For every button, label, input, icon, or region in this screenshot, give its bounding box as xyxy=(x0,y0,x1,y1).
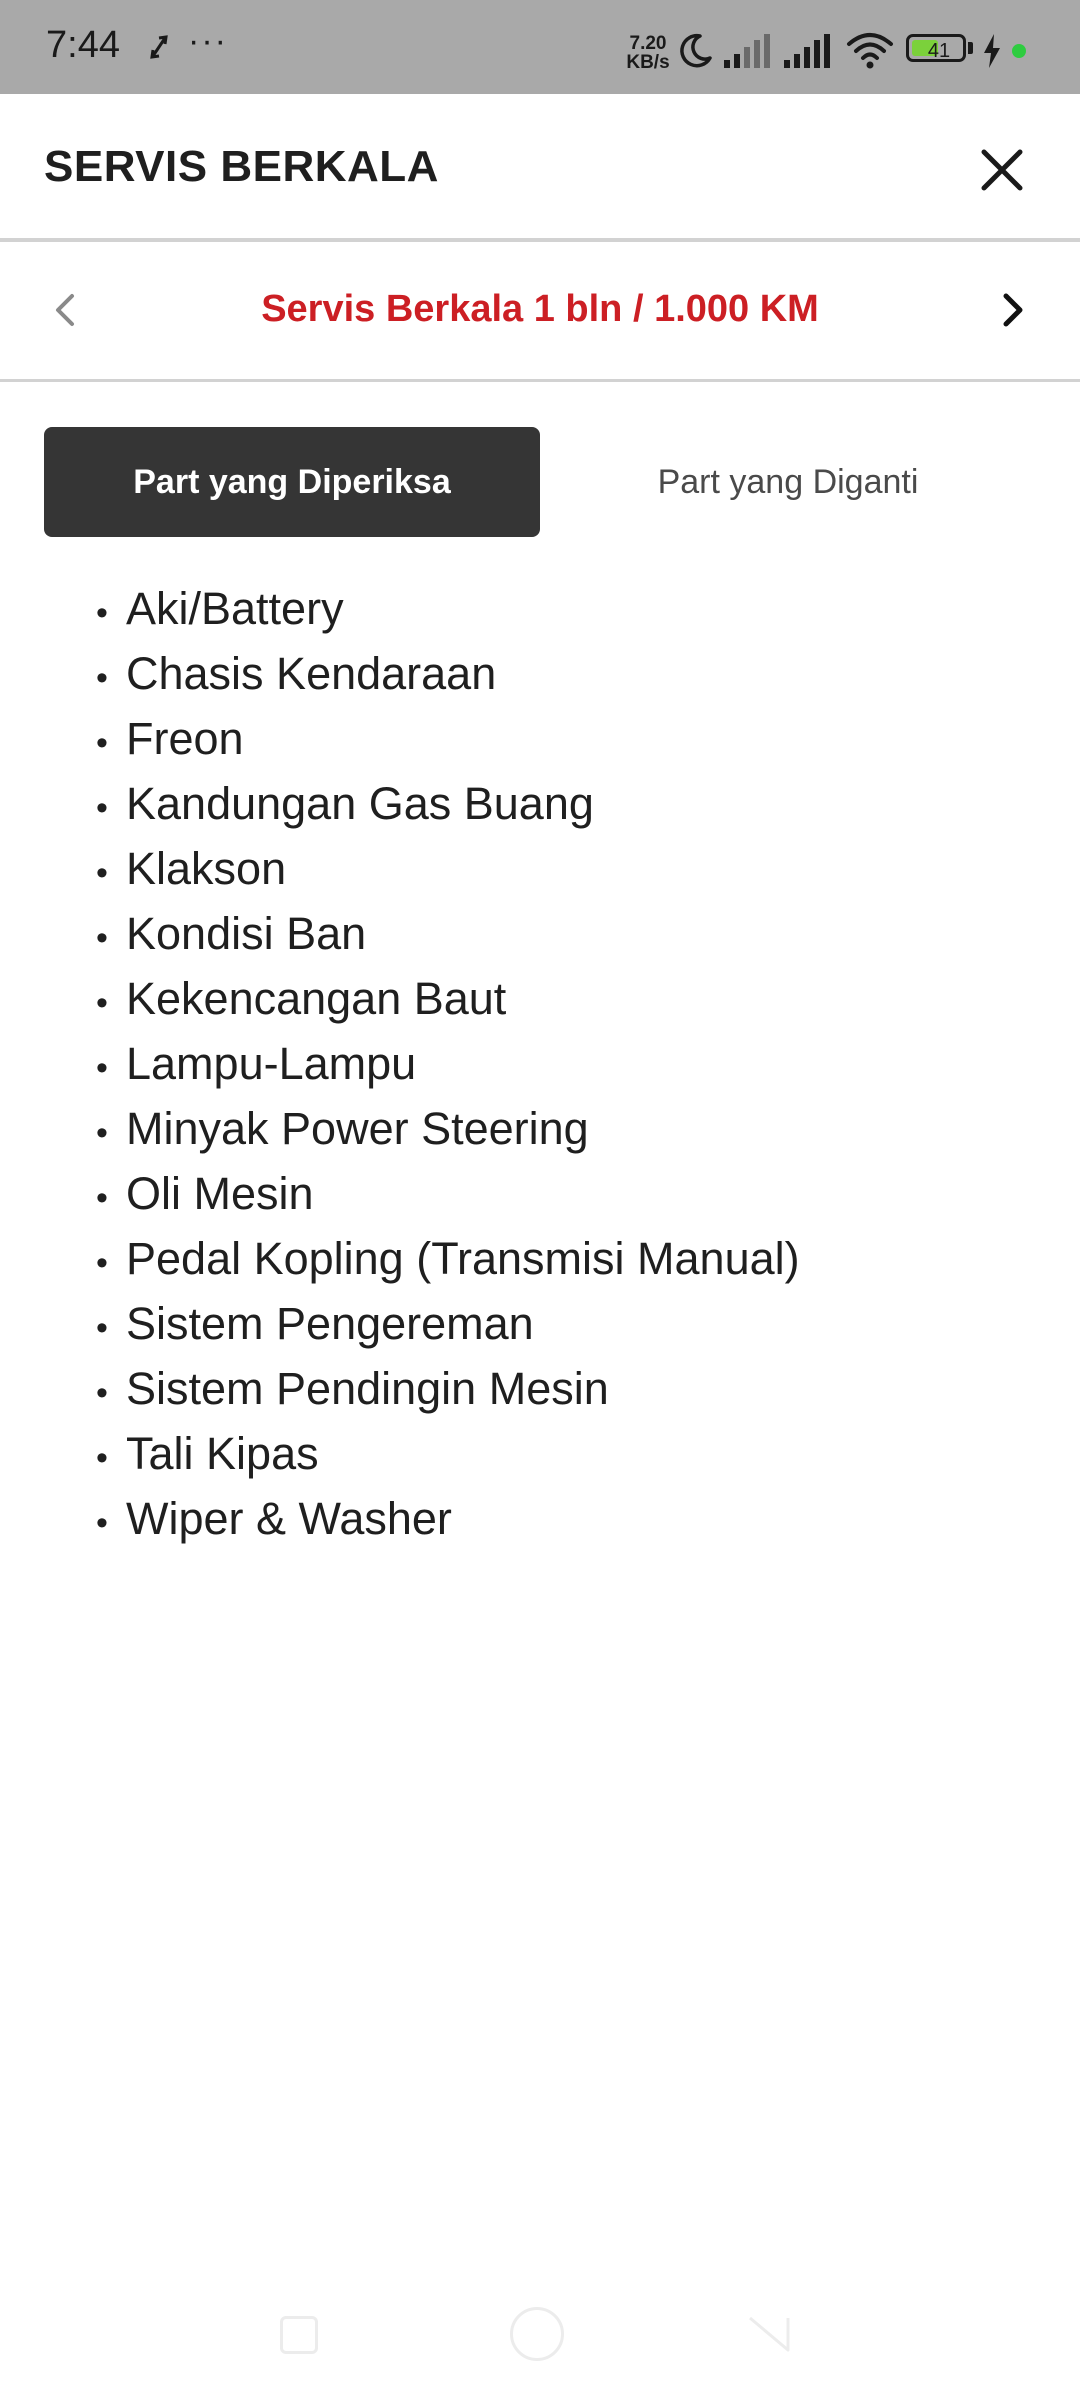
notification-dot xyxy=(1012,44,1026,58)
bullet: • xyxy=(96,1439,108,1477)
list-item: • Lampu-Lampu xyxy=(96,1031,1016,1096)
tabs: Part yang Diperiksa Part yang Diganti xyxy=(44,427,1036,537)
battery-icon: 41 xyxy=(906,34,976,66)
list-item-label: Lampu-Lampu xyxy=(126,1038,417,1089)
list-item-label: Wiper & Washer xyxy=(126,1493,452,1544)
tab-part-diganti[interactable]: Part yang Diganti xyxy=(540,427,1036,537)
bullet: • xyxy=(96,789,108,827)
list-item: • Kondisi Ban xyxy=(96,901,1016,966)
list-item: • Minyak Power Steering xyxy=(96,1096,1016,1161)
chevron-left-icon[interactable] xyxy=(48,290,82,330)
list-item: • Aki/Battery xyxy=(96,576,1016,641)
back-button[interactable] xyxy=(748,2312,792,2356)
header: SERVIS BERKALA xyxy=(0,94,1080,242)
battery-tip xyxy=(968,42,973,54)
battery-body: 41 xyxy=(906,34,966,62)
wifi-icon xyxy=(847,33,893,69)
list-item: • Wiper & Washer xyxy=(96,1486,1016,1551)
list-item: • Pedal Kopling (Transmisi Manual) xyxy=(96,1226,1016,1291)
bullet: • xyxy=(96,1049,108,1087)
list-item-label: Pedal Kopling (Transmisi Manual) xyxy=(126,1233,800,1284)
charging-icon xyxy=(984,34,1000,68)
bullet: • xyxy=(96,659,108,697)
list-item: • Klakson xyxy=(96,836,1016,901)
period-title: Servis Berkala 1 bln / 1.000 KM xyxy=(261,288,819,330)
recent-apps-button[interactable] xyxy=(280,2316,318,2354)
bullet: • xyxy=(96,1504,108,1542)
list-item-label: Freon xyxy=(126,713,244,764)
bullet: • xyxy=(96,1374,108,1412)
list-item-label: Klakson xyxy=(126,843,287,894)
list-item-label: Minyak Power Steering xyxy=(126,1103,589,1154)
bullet: • xyxy=(96,1114,108,1152)
list-item: • Freon xyxy=(96,706,1016,771)
period-selector: Servis Berkala 1 bln / 1.000 KM xyxy=(0,242,1080,382)
moon-icon xyxy=(680,33,712,68)
tab-part-diperiksa[interactable]: Part yang Diperiksa xyxy=(44,427,540,537)
list-item: • Oli Mesin xyxy=(96,1161,1016,1226)
list-item-label: Oli Mesin xyxy=(126,1168,314,1219)
chevron-right-icon[interactable] xyxy=(996,290,1030,330)
page-title: SERVIS BERKALA xyxy=(44,142,439,191)
bullet: • xyxy=(96,1309,108,1347)
close-icon[interactable] xyxy=(978,146,1026,194)
list-item-label: Kondisi Ban xyxy=(126,908,367,959)
list-item: • Sistem Pengereman xyxy=(96,1291,1016,1356)
bullet: • xyxy=(96,1179,108,1217)
more-notifications-icon: ··· xyxy=(188,22,228,60)
list-item-label: Sistem Pengereman xyxy=(126,1298,534,1349)
list-item: • Tali Kipas xyxy=(96,1421,1016,1486)
sync-icon xyxy=(150,35,168,59)
network-speed-unit: KB/s xyxy=(626,52,670,73)
bullet: • xyxy=(96,984,108,1022)
bullet: • xyxy=(96,854,108,892)
status-time: 7:44 xyxy=(46,24,120,66)
bullet: • xyxy=(96,1244,108,1282)
list-item-label: Kekencangan Baut xyxy=(126,973,507,1024)
status-bar: 7:44 ··· 7.20 KB/s 41 xyxy=(0,0,1080,94)
list-item: • Chasis Kendaraan xyxy=(96,641,1016,706)
parts-list: • Aki/Battery • Chasis Kendaraan • Freon • K… xyxy=(96,576,1016,1551)
list-item-label: Sistem Pendingin Mesin xyxy=(126,1363,609,1414)
list-item: • Kekencangan Baut xyxy=(96,966,1016,1031)
list-item-label: Tali Kipas xyxy=(126,1428,319,1479)
bullet: • xyxy=(96,724,108,762)
list-item: • Kandungan Gas Buang xyxy=(96,771,1016,836)
bullet: • xyxy=(96,594,108,632)
home-button[interactable] xyxy=(510,2307,564,2361)
signal-icon xyxy=(724,34,770,68)
list-item-label: Chasis Kendaraan xyxy=(126,648,497,699)
network-speed-value: 7.20 xyxy=(629,33,667,54)
list-item: • Sistem Pendingin Mesin xyxy=(96,1356,1016,1421)
list-item-label: Aki/Battery xyxy=(126,583,344,634)
battery-level: 41 xyxy=(927,40,951,62)
list-item-label: Kandungan Gas Buang xyxy=(126,778,594,829)
bullet: • xyxy=(96,919,108,957)
network-speed: 7.20 KB/s xyxy=(620,34,676,72)
signal-icon xyxy=(784,34,830,68)
